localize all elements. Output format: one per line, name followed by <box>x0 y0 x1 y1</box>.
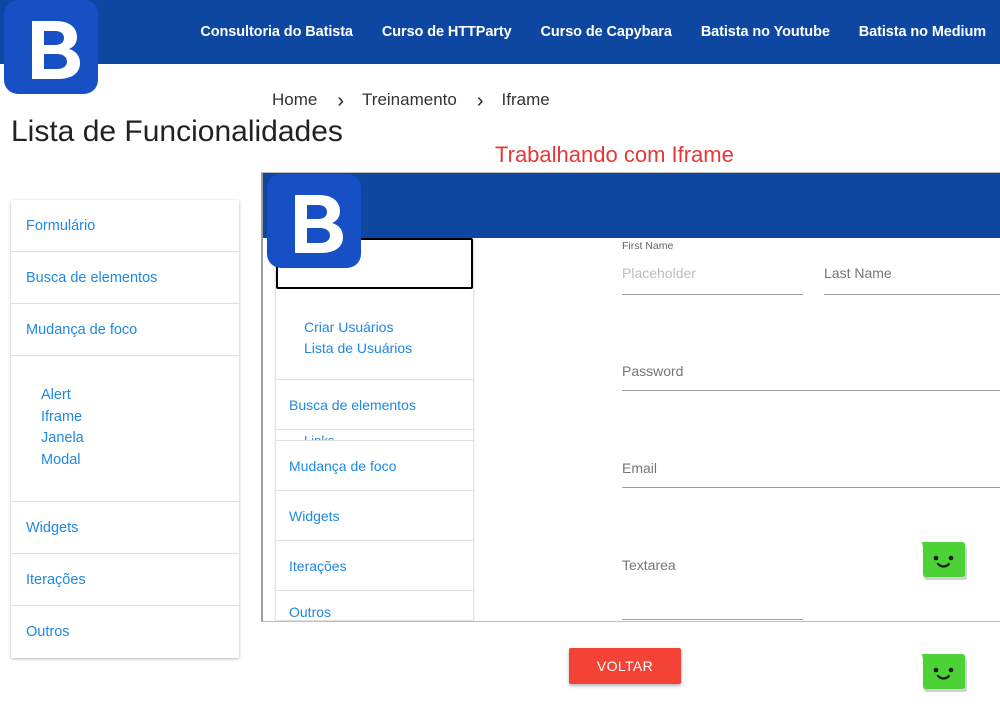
sidebar-item-formulario[interactable]: Formulário <box>11 200 239 252</box>
nav-links: Consultoria do Batista Curso de HTTParty… <box>171 0 986 64</box>
breadcrumb-home[interactable]: Home <box>272 90 317 110</box>
email-field[interactable]: Email <box>622 450 1000 488</box>
last-name-label: Last Name <box>824 265 892 281</box>
embedded-iframe[interactable]: Criar Usuários Lista de Usuários Busca d… <box>261 172 1000 622</box>
password-label: Password <box>622 363 684 379</box>
sidebar-menu: Formulário Busca de elementos Mudança de… <box>11 200 239 658</box>
textarea-field[interactable]: Textarea <box>622 549 803 620</box>
textarea-label: Textarea <box>622 557 676 573</box>
sidebar-item-iteracoes[interactable]: Iterações <box>11 554 239 606</box>
sidebar-title: Lista de Funcionalidades <box>11 115 343 148</box>
first-name-label: First Name <box>622 240 674 252</box>
nav-link-httparty[interactable]: Curso de HTTParty <box>382 24 512 40</box>
sidebar-item-widgets[interactable]: Widgets <box>11 502 239 554</box>
iframe-sidebar-menu: Criar Usuários Lista de Usuários Busca d… <box>276 238 473 621</box>
chat-bot-icon[interactable] <box>921 654 968 692</box>
breadcrumb-iframe: Iframe <box>501 89 550 109</box>
sidebar-item-mudanca-foco[interactable]: Mudança de foco <box>11 304 239 356</box>
breadcrumb: Home › Treinamento › Iframe <box>272 86 550 113</box>
iframe-menu-item-mudanca-foco[interactable]: Mudança de foco <box>276 441 473 491</box>
iframe-menu-item-widgets[interactable]: Widgets <box>276 491 473 541</box>
voltar-button[interactable]: VOLTAR <box>569 648 681 684</box>
iframe-submenu: Criar Usuários Lista de Usuários <box>276 289 473 380</box>
iframe-menu-item-busca[interactable]: Busca de elementos <box>276 380 473 430</box>
nav-link-consultoria[interactable]: Consultoria do Batista <box>200 24 353 40</box>
iframe-subitem-lista-usuarios[interactable]: Lista de Usuários <box>304 338 473 359</box>
chevron-right-icon: › <box>476 90 484 112</box>
nav-link-capybara[interactable]: Curso de Capybara <box>541 24 672 40</box>
password-field[interactable]: Password <box>622 353 1000 391</box>
email-label: Email <box>622 460 658 476</box>
sidebar-subitem-iframe[interactable]: Iframe <box>41 407 239 429</box>
sidebar-subitem-janela[interactable]: Janela <box>41 428 239 450</box>
sidebar-item-busca-elementos[interactable]: Busca de elementos <box>11 252 239 304</box>
chevron-right-icon: › <box>337 90 345 112</box>
first-name-placeholder: Placeholder <box>622 265 696 281</box>
top-navbar: Consultoria do Batista Curso de HTTParty… <box>0 0 1000 64</box>
iframe-navbar <box>263 173 1000 238</box>
logo-b-icon <box>295 195 343 253</box>
breadcrumb-treinamento[interactable]: Treinamento <box>362 90 457 110</box>
sidebar-subitem-modal[interactable]: Modal <box>41 450 239 472</box>
iframe-subitem-links[interactable]: Links <box>276 430 473 441</box>
iframe-subitem-criar-usuarios[interactable]: Criar Usuários <box>304 317 473 338</box>
logo-b-icon <box>32 21 80 79</box>
page-title: Trabalhando com Iframe <box>495 142 734 167</box>
nav-link-medium[interactable]: Batista no Medium <box>859 24 986 40</box>
iframe-menu-item-outros[interactable]: Outros <box>276 591 473 621</box>
last-name-field[interactable]: Last Name <box>824 258 1000 295</box>
chat-bot-icon[interactable] <box>921 542 968 580</box>
brand-logo[interactable] <box>4 0 98 94</box>
sidebar-submenu: Alert Iframe Janela Modal <box>11 356 239 502</box>
nav-link-youtube[interactable]: Batista no Youtube <box>701 24 830 40</box>
iframe-menu-item-iteracoes[interactable]: Iterações <box>276 541 473 591</box>
sidebar-item-outros[interactable]: Outros <box>11 606 239 658</box>
iframe-brand-logo[interactable] <box>267 174 361 268</box>
first-name-field[interactable]: First Name Placeholder <box>622 239 803 295</box>
sidebar-subitem-alert[interactable]: Alert <box>41 385 239 407</box>
